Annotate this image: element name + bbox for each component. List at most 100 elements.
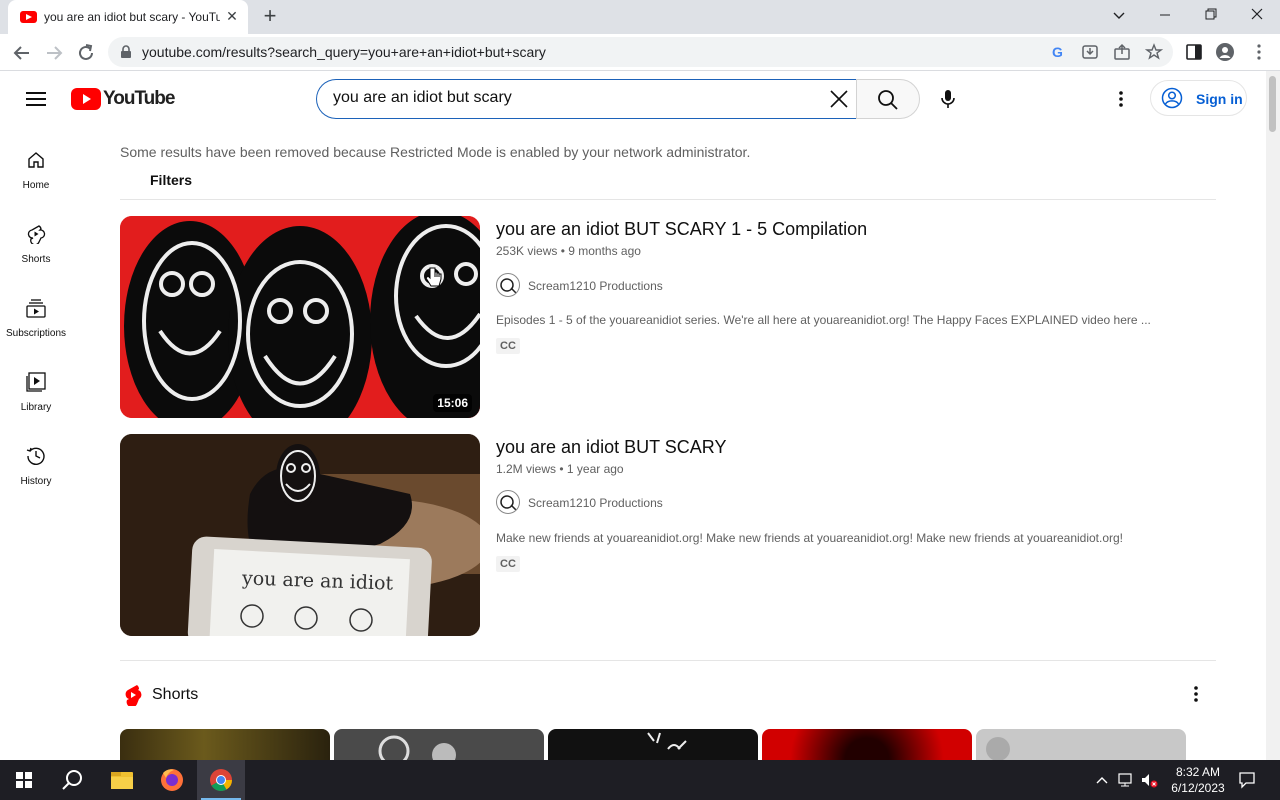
svg-text:G: G [1052, 44, 1063, 60]
filters-button[interactable]: Filters [150, 172, 192, 188]
restore-button[interactable] [1188, 0, 1234, 34]
video-thumbnail[interactable]: you are an idiot [120, 434, 480, 636]
windows-taskbar: 8:32 AM 6/12/2023 [0, 760, 1280, 800]
subscriptions-icon [26, 299, 46, 318]
video-meta: 253K views • 9 months ago [496, 244, 641, 258]
page-scrollbar[interactable] [1266, 71, 1280, 760]
chrome-menu-icon[interactable] [1250, 43, 1268, 61]
shorts-icon [27, 225, 46, 244]
address-bar[interactable]: youtube.com/results?search_query=you+are… [108, 37, 1173, 67]
youtube-logo-text: YouTube [103, 88, 175, 109]
shorts-more-icon[interactable] [1186, 684, 1206, 704]
sign-in-button[interactable]: Sign in [1150, 80, 1247, 116]
taskbar-clock[interactable]: 8:32 AM 6/12/2023 [1162, 764, 1234, 796]
file-explorer-icon[interactable] [98, 760, 146, 800]
video-description: Episodes 1 - 5 of the youareanidiot seri… [496, 313, 1151, 327]
clock-time: 8:32 AM [1175, 765, 1221, 779]
lock-icon[interactable] [120, 45, 132, 59]
guide-item-shorts[interactable]: Shorts [0, 224, 72, 298]
account-circle-icon [1161, 87, 1183, 109]
thumbnail-image [120, 434, 480, 636]
network-icon[interactable] [1117, 771, 1135, 789]
firefox-icon[interactable] [148, 760, 196, 800]
guide-label: Library [20, 402, 52, 413]
video-duration: 15:06 [433, 394, 472, 412]
video-title[interactable]: you are an idiot BUT SCARY 1 - 5 Compila… [496, 219, 867, 240]
clear-search-icon[interactable] [829, 89, 849, 109]
browser-toolbar: youtube.com/results?search_query=you+are… [0, 34, 1280, 71]
guide-item-home[interactable]: Home [0, 150, 72, 224]
channel-avatar[interactable] [496, 490, 520, 514]
shorts-shelf-title: Shorts [152, 686, 199, 703]
youtube-favicon-icon [20, 11, 37, 23]
short-thumbnail[interactable] [548, 729, 758, 760]
guide-label: History [20, 476, 52, 487]
short-thumbnail[interactable] [334, 729, 544, 760]
chrome-taskbar-icon[interactable] [197, 760, 245, 800]
channel-avatar[interactable] [496, 273, 520, 297]
guide-label: Home [22, 180, 50, 191]
minimize-button[interactable] [1142, 0, 1188, 34]
guide-item-library[interactable]: Library [0, 372, 72, 446]
youtube-logo[interactable]: YouTube [71, 87, 175, 111]
page-scrollbar-thumb[interactable] [1269, 76, 1276, 132]
tab-close-icon[interactable]: ✕ [224, 8, 240, 24]
bookmark-star-icon[interactable] [1145, 43, 1163, 61]
new-tab-button[interactable]: + [258, 5, 282, 29]
profile-icon[interactable] [1216, 43, 1234, 61]
search-icon [878, 90, 898, 110]
voice-search-mic-icon[interactable] [938, 89, 958, 109]
url-text: youtube.com/results?search_query=you+are… [142, 44, 546, 60]
youtube-play-logo-icon [71, 88, 101, 110]
thumbnail-image [120, 216, 480, 418]
cc-badge: CC [496, 556, 520, 572]
video-description: Make new friends at youareanidiot.org! M… [496, 531, 1124, 545]
youtube-masthead: YouTube Sign in [0, 71, 1266, 127]
library-icon [26, 372, 46, 392]
browser-tab-strip: you are an idiot but scary - YouTube ✕ + [0, 0, 1280, 34]
restricted-mode-notice: Some results have been removed because R… [120, 144, 751, 160]
back-arrow-icon[interactable] [9, 40, 35, 66]
hand-cursor-icon [425, 267, 442, 287]
close-window-button[interactable] [1234, 0, 1280, 34]
channel-name[interactable]: Scream1210 Productions [528, 496, 663, 510]
short-thumbnail[interactable] [120, 729, 330, 760]
start-windows-icon[interactable] [0, 760, 48, 800]
short-thumbnail[interactable] [976, 729, 1186, 760]
history-icon [26, 447, 45, 465]
browser-tab[interactable]: you are an idiot but scary - YouTube ✕ [8, 0, 248, 34]
reload-icon[interactable] [73, 40, 99, 66]
guide-item-history[interactable]: History [0, 446, 72, 520]
video-thumbnail[interactable]: 15:06 [120, 216, 480, 418]
divider [120, 199, 1216, 200]
sign-in-label: Sign in [1196, 91, 1243, 107]
clock-date: 6/12/2023 [1171, 781, 1225, 795]
hamburger-menu-icon[interactable] [26, 89, 46, 109]
short-thumbnail[interactable] [762, 729, 972, 760]
volume-muted-icon[interactable] [1140, 771, 1158, 789]
guide-item-subscriptions[interactable]: Subscriptions [0, 298, 72, 372]
forward-arrow-icon[interactable] [41, 40, 67, 66]
taskbar-search-icon[interactable] [48, 760, 96, 800]
tab-search-icon[interactable] [1096, 0, 1142, 34]
search-box[interactable] [316, 79, 857, 119]
show-hidden-icons-chevron-icon[interactable] [1094, 772, 1110, 788]
search-button[interactable] [856, 79, 920, 119]
side-panel-icon[interactable] [1185, 43, 1203, 61]
install-app-icon[interactable] [1081, 43, 1099, 61]
google-lens-icon[interactable]: G [1049, 43, 1067, 61]
guide-label: Shorts [21, 254, 51, 265]
shorts-logo-icon [125, 685, 142, 706]
search-input[interactable] [333, 89, 813, 107]
notifications-icon[interactable] [1238, 771, 1256, 789]
video-meta: 1.2M views • 1 year ago [496, 462, 624, 476]
video-title[interactable]: you are an idiot BUT SCARY [496, 437, 726, 458]
guide-label: Subscriptions [5, 328, 67, 339]
tab-title: you are an idiot but scary - YouTube [44, 10, 220, 24]
share-icon[interactable] [1113, 43, 1131, 61]
channel-name[interactable]: Scream1210 Productions [528, 279, 663, 293]
cc-badge: CC [496, 338, 520, 354]
divider [120, 660, 1216, 661]
settings-more-icon[interactable] [1111, 89, 1131, 109]
home-icon [28, 152, 44, 168]
